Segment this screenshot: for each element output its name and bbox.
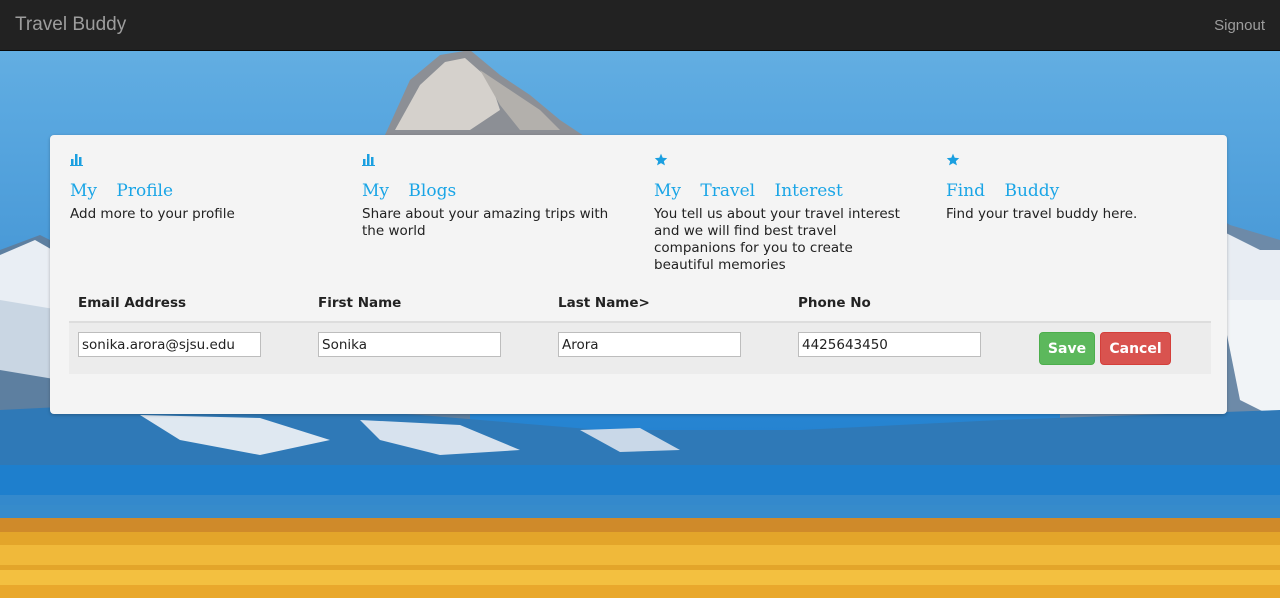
bar-chart-icon bbox=[70, 153, 332, 173]
last-name-field[interactable] bbox=[558, 332, 741, 357]
find-buddy-link[interactable]: Find Buddy bbox=[946, 181, 1208, 201]
profile-table: Email Address First Name Last Name> Phon… bbox=[69, 287, 1211, 374]
star-icon bbox=[654, 153, 916, 173]
feature-description: Share about your amazing trips with the … bbox=[362, 206, 609, 239]
feature-description: Find your travel buddy here. bbox=[946, 206, 1138, 222]
feature-links: My Profile Add more to your profile My B… bbox=[70, 153, 1210, 283]
save-button[interactable]: Save bbox=[1039, 332, 1095, 365]
signout-link[interactable]: Signout bbox=[1214, 17, 1265, 34]
phone-header: Phone No bbox=[798, 295, 871, 311]
top-navbar: Travel Buddy Signout bbox=[0, 0, 1280, 51]
brand-link[interactable]: Travel Buddy bbox=[15, 14, 126, 36]
my-travel-interest-link[interactable]: My Travel Interest bbox=[654, 181, 916, 201]
last-name-header: Last Name> bbox=[558, 295, 650, 311]
feature-my-profile[interactable]: My Profile Add more to your profile bbox=[70, 153, 332, 223]
my-blogs-link[interactable]: My Blogs bbox=[362, 181, 624, 201]
feature-description: Add more to your profile bbox=[70, 206, 235, 222]
table-row: Save Cancel bbox=[69, 323, 1211, 374]
first-name-header: First Name bbox=[318, 295, 402, 311]
star-icon bbox=[946, 153, 1208, 173]
cancel-button[interactable]: Cancel bbox=[1100, 332, 1171, 365]
email-field[interactable] bbox=[78, 332, 261, 357]
dashboard-panel: My Profile Add more to your profile My B… bbox=[50, 135, 1227, 414]
email-header: Email Address bbox=[78, 295, 187, 311]
phone-field[interactable] bbox=[798, 332, 981, 357]
feature-find-buddy[interactable]: Find Buddy Find your travel buddy here. bbox=[946, 153, 1208, 223]
feature-my-travel-interest[interactable]: My Travel Interest You tell us about you… bbox=[654, 153, 916, 274]
table-header: Email Address First Name Last Name> Phon… bbox=[69, 287, 1211, 323]
my-profile-link[interactable]: My Profile bbox=[70, 181, 332, 201]
bar-chart-icon bbox=[362, 153, 624, 173]
feature-my-blogs[interactable]: My Blogs Share about your amazing trips … bbox=[362, 153, 624, 240]
feature-description: You tell us about your travel interest a… bbox=[654, 206, 900, 273]
first-name-field[interactable] bbox=[318, 332, 501, 357]
